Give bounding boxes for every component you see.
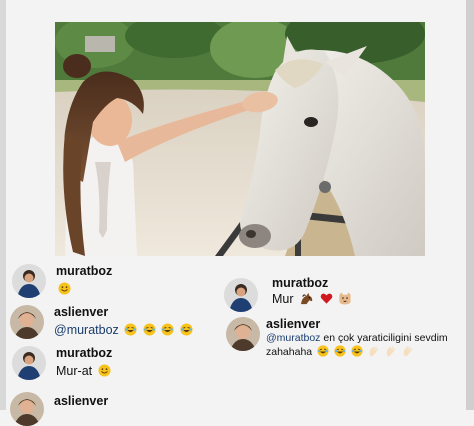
avatar-muratboz[interactable] [12, 264, 46, 298]
smile-emoji-icon [58, 282, 71, 295]
laugh-cry-emoji-icon [143, 323, 156, 336]
comment-text: Mur [272, 292, 352, 306]
clap-emoji-icon [386, 346, 396, 357]
comment-username[interactable]: muratboz [56, 264, 112, 278]
comment-text [56, 282, 71, 296]
comment-left-2: aslienver @muratboz [10, 303, 230, 343]
screen-edge-left [0, 0, 6, 410]
avatar-muratboz-image [12, 346, 46, 380]
avatar-muratboz[interactable] [12, 346, 46, 380]
avatar-muratboz-image [224, 278, 258, 312]
clap-emoji-icon [403, 346, 412, 357]
avatar-aslienver[interactable] [10, 305, 44, 339]
comment-username[interactable]: aslienver [266, 317, 320, 331]
comment-body: en çok yaraticiligini sevdim [323, 332, 448, 344]
comment-right-2: aslienver @muratboz en çok yaraticiligin… [226, 315, 468, 359]
comment-body: Mur-at [56, 364, 93, 378]
laugh-cry-emoji-icon [180, 323, 193, 336]
post-photo-illustration [55, 22, 425, 256]
avatar-aslienver[interactable] [10, 392, 44, 426]
horse-emoji-icon [300, 292, 313, 305]
red-heart-emoji-icon [320, 293, 332, 304]
post-photo[interactable] [55, 22, 425, 256]
comment-text: Mur-at [56, 364, 111, 378]
avatar-aslienver-image [226, 317, 260, 351]
laugh-cry-emoji-icon [161, 323, 174, 336]
comment-text: @muratboz [54, 323, 193, 337]
laugh-cry-emoji-icon [351, 345, 363, 357]
laugh-cry-emoji-icon [124, 323, 137, 336]
comment-username[interactable]: muratboz [56, 346, 112, 360]
avatar-aslienver-image [10, 392, 44, 426]
comment-right-1: muratboz Mur [224, 274, 464, 314]
comment-mention-link[interactable]: @muratboz [266, 332, 320, 344]
comment-text-line1: @muratboz en çok yaraticiligini sevdim [266, 332, 448, 344]
avatar-muratboz[interactable] [224, 278, 258, 312]
comment-mention-link[interactable]: @muratboz [54, 323, 119, 337]
comment-left-4: aslienver [10, 390, 220, 426]
smile-emoji-icon [98, 364, 111, 377]
clap-emoji-icon [369, 346, 379, 357]
comment-body-continued: zahahaha [266, 346, 313, 358]
laugh-cry-emoji-icon [317, 345, 329, 357]
comment-username[interactable]: aslienver [54, 394, 108, 408]
comment-body: Mur [272, 292, 294, 306]
comment-username[interactable]: aslienver [54, 305, 108, 319]
comment-left-3: muratboz Mur-at [12, 344, 222, 384]
comment-left-1: muratboz [12, 262, 222, 302]
avatar-aslienver[interactable] [226, 317, 260, 351]
avatar-muratboz-image [12, 264, 46, 298]
comment-username[interactable]: muratboz [272, 276, 328, 290]
avatar-aslienver-image [10, 305, 44, 339]
laugh-cry-emoji-icon [334, 345, 346, 357]
comment-text-line2: zahahaha [266, 345, 414, 358]
cat-face-emoji-icon [339, 292, 351, 305]
